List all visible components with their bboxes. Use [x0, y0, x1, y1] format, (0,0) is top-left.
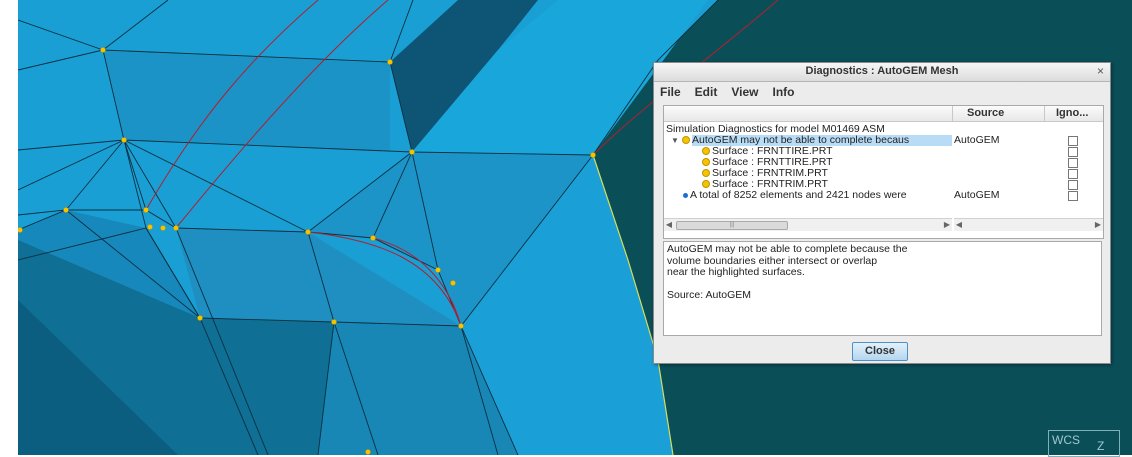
message-line: AutoGEM may not be able to complete beca… [667, 243, 908, 255]
scroll-right-arrow-icon[interactable]: ▶ [1093, 219, 1103, 231]
ignore-checkbox[interactable] [1068, 169, 1078, 179]
tree-row[interactable]: Surface : FRNTTIRE.PRT [664, 157, 1103, 168]
tree-root-row[interactable]: Simulation Diagnostics for model M01469 … [664, 124, 1103, 135]
dialog-titlebar[interactable]: Diagnostics : AutoGEM Mesh × [654, 63, 1110, 82]
tree-row[interactable]: Surface : FRNTRIM.PRT [664, 168, 1103, 179]
z-axis-label: Z [1097, 439, 1105, 453]
diagnostics-tree[interactable]: Source Igno... Simulation Diagnostics fo… [663, 105, 1104, 239]
tree-row-label: AutoGEM may not be able to complete beca… [692, 135, 952, 146]
warning-dot-icon [702, 158, 710, 166]
tree-row-source: AutoGEM [954, 134, 1000, 146]
warning-dot-icon [682, 136, 690, 144]
tree-row-label: A total of 8252 elements and 2421 nodes … [690, 190, 907, 201]
ignore-checkbox[interactable] [1068, 158, 1078, 168]
column-name[interactable] [664, 106, 953, 121]
tree-row-label: Surface : FRNTRIM.PRT [712, 168, 828, 179]
message-line: near the highlighted surfaces. [667, 266, 805, 278]
menu-edit[interactable]: Edit [695, 85, 718, 99]
tree-row[interactable]: ▼ AutoGEM may not be able to complete be… [664, 135, 1103, 146]
scroll-left-arrow-icon[interactable]: ◀ [954, 219, 964, 231]
name-horizontal-scrollbar[interactable]: ◀ ||| ▶ [664, 218, 952, 231]
source-horizontal-scrollbar[interactable]: ◀ ▶ [954, 218, 1103, 231]
ignore-checkbox[interactable] [1068, 180, 1078, 190]
tree-column-header: Source Igno... [664, 106, 1103, 122]
tree-row-source: AutoGEM [954, 189, 1000, 201]
wcs-label: WCS [1052, 433, 1080, 447]
wcs-indicator: WCS Z [1048, 430, 1120, 457]
close-icon[interactable]: × [1097, 64, 1104, 78]
menu-bar: File Edit View Info [654, 82, 1110, 102]
ignore-checkbox[interactable] [1068, 191, 1078, 201]
tree-row-label: Surface : FRNTTIRE.PRT [712, 157, 833, 168]
info-dot-icon [683, 193, 688, 198]
column-ignore[interactable]: Igno... [1056, 106, 1088, 121]
tree-root-label: Simulation Diagnostics for model M01469 … [666, 124, 885, 135]
ignore-checkbox[interactable] [1068, 136, 1078, 146]
warning-dot-icon [702, 180, 710, 188]
scroll-left-arrow-icon[interactable]: ◀ [664, 219, 674, 231]
menu-view[interactable]: View [731, 85, 758, 99]
ignore-checkbox[interactable] [1068, 147, 1078, 157]
expand-triangle-icon[interactable]: ▼ [671, 135, 679, 146]
tree-row[interactable]: Surface : FRNTRIM.PRT [664, 179, 1103, 190]
warning-dot-icon [702, 147, 710, 155]
scroll-right-arrow-icon[interactable]: ▶ [942, 219, 952, 231]
scroll-thumb[interactable]: ||| [676, 221, 788, 230]
tree-row-label: Surface : FRNTRIM.PRT [712, 179, 828, 190]
tree-row[interactable]: A total of 8252 elements and 2421 nodes … [664, 190, 1103, 201]
dialog-title: Diagnostics : AutoGEM Mesh [805, 65, 959, 77]
message-detail-panel: AutoGEM may not be able to complete beca… [663, 241, 1102, 336]
column-source[interactable]: Source [953, 106, 1045, 121]
warning-dot-icon [702, 169, 710, 177]
tree-row[interactable]: Surface : FRNTTIRE.PRT [664, 146, 1103, 157]
diagnostics-dialog: Diagnostics : AutoGEM Mesh × File Edit V… [653, 62, 1111, 364]
menu-file[interactable]: File [660, 85, 681, 99]
message-line: Source: AutoGEM [667, 289, 752, 301]
menu-info[interactable]: Info [772, 85, 794, 99]
tree-row-label: Surface : FRNTTIRE.PRT [712, 146, 833, 157]
close-button[interactable]: Close [852, 342, 908, 361]
